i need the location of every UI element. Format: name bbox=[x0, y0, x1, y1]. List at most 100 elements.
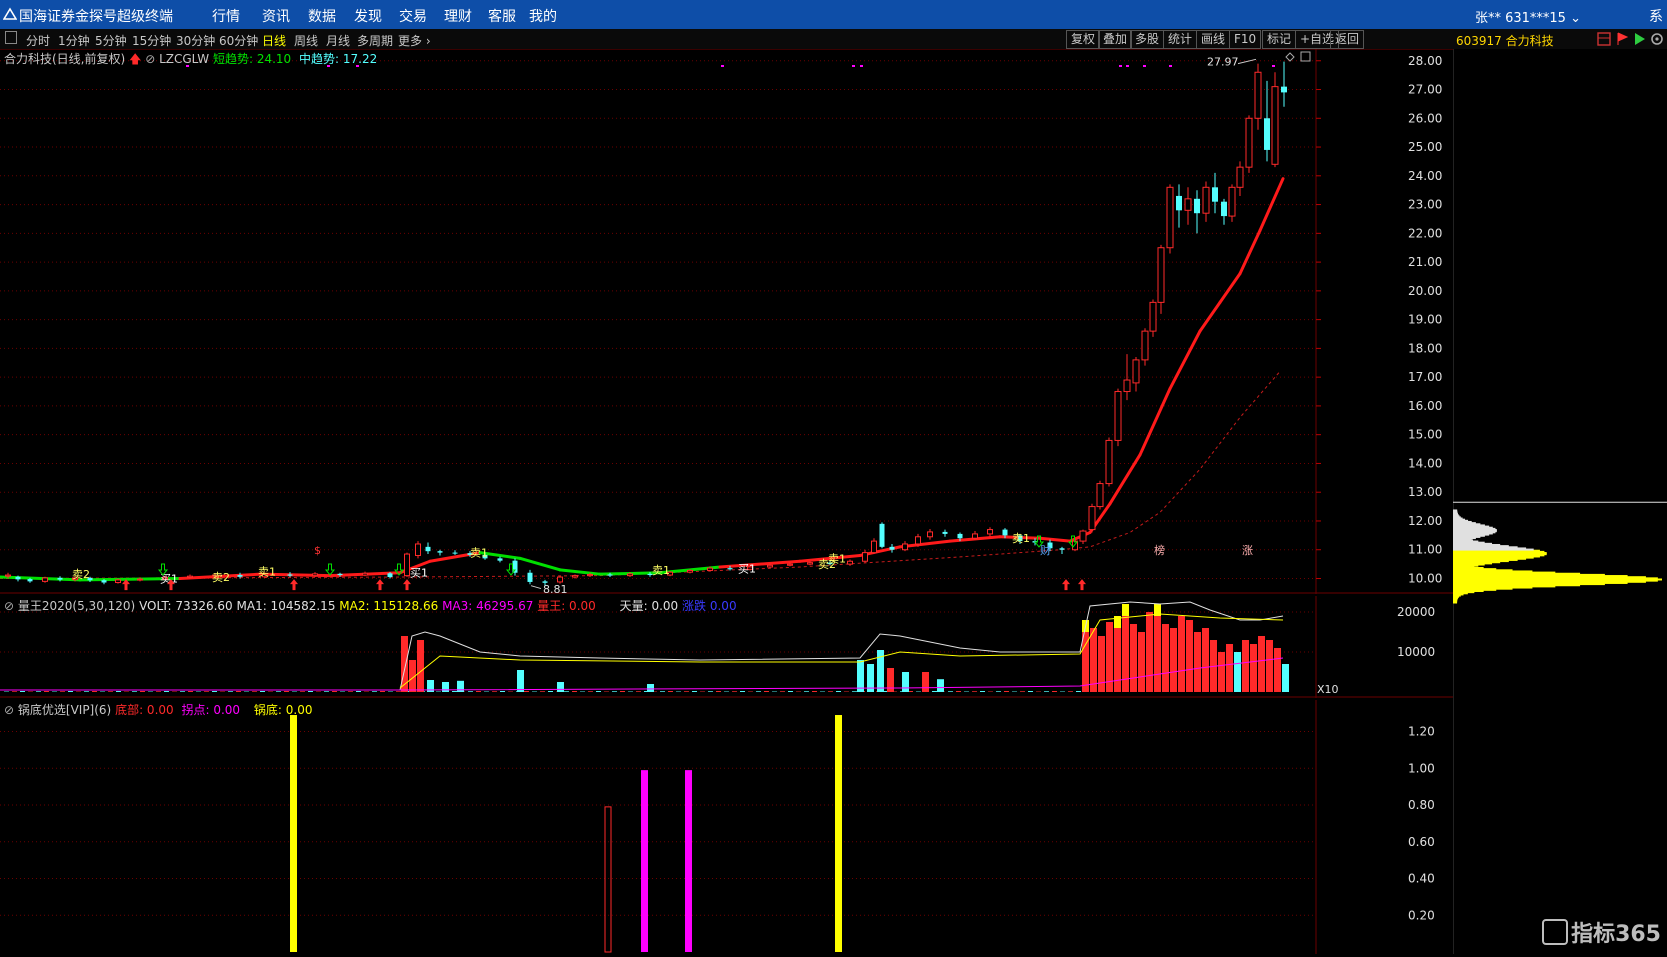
adjust-button[interactable]: 复权 bbox=[1066, 30, 1100, 49]
menu-finance[interactable]: 理财 bbox=[444, 6, 472, 26]
y-tick-label: 20000 bbox=[1397, 605, 1435, 619]
overlay-button[interactable]: 叠加 bbox=[1098, 30, 1132, 49]
volume-panel[interactable]: 2000010000X10 ⊘ 量王2020(5,30,120) VOLT: 7… bbox=[0, 596, 1453, 698]
collapse-icon[interactable]: ⊘ bbox=[145, 52, 155, 66]
watermark-logo-icon bbox=[1542, 919, 1568, 945]
period-toolbar: 分时 1分钟 5分钟 15分钟 30分钟 60分钟 日线 周线 月线 多周期 更… bbox=[0, 29, 1453, 50]
candle-body bbox=[438, 551, 443, 552]
period-monthly[interactable]: 月线 bbox=[326, 32, 350, 49]
volume-bar bbox=[1250, 644, 1257, 692]
volume-bar bbox=[902, 672, 909, 692]
menu-data[interactable]: 数据 bbox=[308, 6, 336, 26]
period-weekly[interactable]: 周线 bbox=[294, 32, 318, 49]
period-multi[interactable]: 多周期 bbox=[357, 32, 393, 49]
side-header: 603917 合力科技 bbox=[1453, 29, 1667, 49]
volume-bar bbox=[732, 691, 737, 692]
candle-body bbox=[1142, 331, 1148, 360]
y-tick-label: 28.00 bbox=[1408, 54, 1442, 68]
collapse-icon[interactable]: ⊘ bbox=[4, 703, 14, 717]
candlestick-chart[interactable]: 28.0027.0026.0025.0024.0023.0022.0021.00… bbox=[0, 49, 1453, 594]
period-5min[interactable]: 5分钟 bbox=[95, 32, 127, 49]
indicator-panel[interactable]: 1.201.000.800.600.400.20 ⊘ 锅底优选[VIP](6) … bbox=[0, 700, 1453, 954]
volume-bar bbox=[1186, 620, 1193, 692]
indicator-chart[interactable]: 1.201.000.800.600.400.20 bbox=[0, 700, 1453, 954]
draw-line-button[interactable]: 画线 bbox=[1196, 30, 1230, 49]
panel-toggle-icon[interactable] bbox=[5, 31, 17, 44]
volume-bar bbox=[164, 691, 169, 692]
chip-distribution-chart bbox=[1453, 49, 1667, 954]
period-intraday[interactable]: 分时 bbox=[26, 32, 50, 49]
menu-trade[interactable]: 交易 bbox=[399, 6, 427, 26]
menu-discover[interactable]: 发现 bbox=[354, 6, 382, 26]
side-tools bbox=[1596, 31, 1666, 47]
volume-bar bbox=[1274, 648, 1281, 692]
s-marker: $ bbox=[314, 544, 321, 557]
flag-icon[interactable] bbox=[1618, 33, 1627, 45]
f10-button[interactable]: F10 bbox=[1229, 30, 1261, 49]
candle-body bbox=[573, 576, 578, 577]
app-logo-icon bbox=[3, 7, 17, 21]
period-30min[interactable]: 30分钟 bbox=[176, 32, 215, 49]
play-icon[interactable] bbox=[1635, 33, 1645, 45]
main-chart-panel[interactable]: 28.0027.0026.0025.0024.0023.0022.0021.00… bbox=[0, 49, 1453, 594]
volume-bar bbox=[372, 691, 377, 692]
menu-mine[interactable]: 我的 bbox=[529, 6, 557, 26]
menu-quotes[interactable]: 行情 bbox=[212, 6, 240, 26]
volume-bar bbox=[1194, 632, 1201, 692]
period-60min[interactable]: 60分钟 bbox=[219, 32, 258, 49]
chip-distribution-panel[interactable]: 指标365 bbox=[1453, 49, 1667, 954]
layout-icon[interactable] bbox=[1598, 33, 1610, 45]
menu-service[interactable]: 客服 bbox=[488, 6, 516, 26]
indicator-bar bbox=[641, 770, 648, 952]
volume-bar bbox=[852, 691, 857, 692]
period-15min[interactable]: 15分钟 bbox=[132, 32, 171, 49]
up-arrow-icon: 🡅 bbox=[129, 52, 141, 66]
signal-dot bbox=[721, 65, 724, 67]
period-daily[interactable]: 日线 bbox=[262, 32, 286, 49]
period-1min[interactable]: 1分钟 bbox=[58, 32, 90, 49]
signal-label: 卖1 bbox=[258, 565, 276, 578]
candle-body bbox=[6, 575, 11, 576]
menu-news[interactable]: 资讯 bbox=[262, 6, 290, 26]
volume-bar bbox=[684, 691, 689, 692]
candle-body bbox=[58, 578, 63, 580]
y-tick-label: 0.60 bbox=[1408, 835, 1435, 849]
short-trend-segment bbox=[1260, 179, 1283, 231]
user-account[interactable]: 张** 631***15 ⌄ bbox=[1475, 7, 1581, 26]
settings-icon[interactable] bbox=[1652, 34, 1662, 44]
y-tick-label: 27.00 bbox=[1408, 83, 1442, 97]
candle-body bbox=[288, 574, 293, 575]
candle-body bbox=[416, 544, 421, 556]
system-menu[interactable]: 系 bbox=[1649, 6, 1663, 26]
collapse-icon[interactable]: ⊘ bbox=[4, 599, 14, 613]
back-button[interactable]: 返回 bbox=[1330, 30, 1364, 49]
candle-body bbox=[238, 575, 243, 577]
indicator-title: 锅底优选[VIP](6) bbox=[18, 703, 111, 717]
indicator-bar bbox=[290, 715, 297, 952]
volume-bar bbox=[1052, 691, 1057, 692]
candle-body bbox=[1194, 199, 1200, 213]
short-trend-label: 短趋势: 24.10 bbox=[213, 52, 291, 66]
volume-bar bbox=[457, 681, 464, 692]
multi-stock-button[interactable]: 多股 bbox=[1130, 30, 1164, 49]
volume-bar bbox=[564, 691, 569, 692]
candle-body bbox=[608, 574, 613, 575]
candle-body bbox=[16, 577, 21, 580]
volume-bar bbox=[1076, 691, 1081, 692]
short-trend-segment bbox=[1200, 302, 1220, 331]
short-trend-segment bbox=[1170, 331, 1200, 389]
volume-bar bbox=[284, 691, 289, 692]
volume-bar bbox=[740, 691, 745, 692]
volume-bar bbox=[276, 691, 281, 692]
volume-bar bbox=[1020, 691, 1025, 692]
volume-bar bbox=[708, 691, 713, 692]
mark-button[interactable]: 标记 bbox=[1262, 30, 1296, 49]
signal-dot bbox=[1272, 65, 1275, 67]
candle-body bbox=[313, 574, 318, 576]
stats-button[interactable]: 统计 bbox=[1163, 30, 1197, 49]
volume-bar bbox=[932, 691, 937, 692]
period-more[interactable]: 更多 › bbox=[398, 32, 431, 49]
candle-body bbox=[628, 574, 633, 576]
volume-bar bbox=[132, 691, 137, 692]
volume-bar bbox=[108, 691, 113, 692]
